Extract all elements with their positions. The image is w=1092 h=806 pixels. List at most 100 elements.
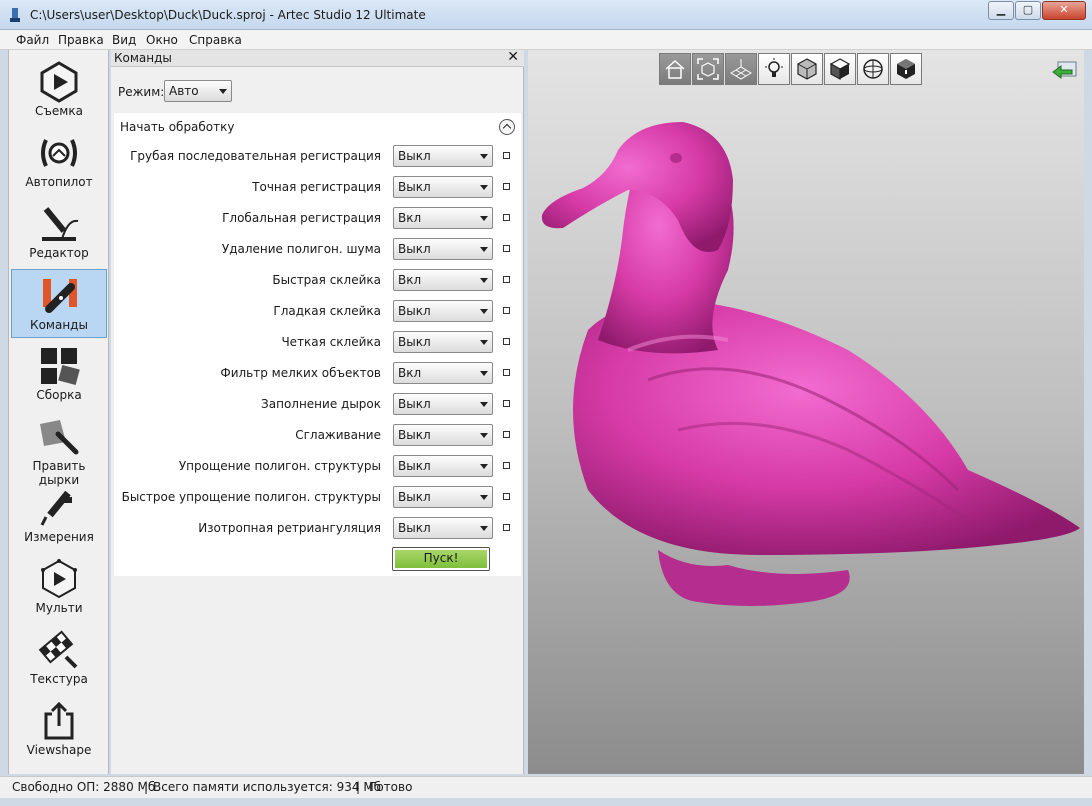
command-label: Заполнение дырок [261, 397, 381, 411]
command-select-value: Выкл [398, 180, 431, 194]
minimize-button[interactable]: ▁ [988, 1, 1014, 20]
command-checkbox[interactable] [503, 183, 510, 190]
capture-icon [40, 61, 78, 103]
command-select-value: Выкл [398, 397, 431, 411]
panel-close-icon[interactable]: ✕ [507, 49, 519, 65]
command-select-value: Выкл [398, 304, 431, 318]
run-button[interactable]: Пуск! [392, 547, 490, 571]
sidebar-item-fix-holes[interactable]: Править дырки [11, 411, 107, 487]
command-select-value: Выкл [398, 335, 431, 349]
command-select[interactable]: Вкл [393, 362, 493, 384]
command-row: Изотропная ретриангуляция Выкл [114, 516, 521, 540]
editor-icon [42, 207, 79, 241]
command-row: Гладкая склейка Выкл [114, 299, 521, 323]
multi-icon [41, 559, 77, 599]
sidebar-item-label: Съемка [35, 104, 83, 118]
command-select[interactable]: Выкл [393, 486, 493, 508]
command-checkbox[interactable] [503, 462, 510, 469]
menu-bar: Файл Правка Вид Окно Справка [0, 30, 1092, 50]
sidebar-item-autopilot[interactable]: Автопилот [11, 127, 107, 196]
title-bar: C:\Users\user\Desktop\Duck\Duck.sproj - … [0, 0, 1092, 30]
command-select[interactable]: Выкл [393, 238, 493, 260]
sidebar-item-label: Viewshape [26, 743, 92, 757]
command-checkbox[interactable] [503, 276, 510, 283]
menu-edit[interactable]: Правка [56, 32, 106, 48]
maximize-button[interactable]: ▢ [1015, 1, 1041, 20]
command-row: Быстрое упрощение полигон. структуры Вык… [114, 485, 521, 509]
sidebar-item-measures[interactable]: Измерения [11, 482, 107, 551]
menu-window[interactable]: Окно [144, 32, 180, 48]
command-checkbox[interactable] [503, 214, 510, 221]
command-checkbox[interactable] [503, 400, 510, 407]
status-separator: | [356, 780, 361, 794]
sidebar-item-label: Редактор [29, 246, 89, 260]
close-button[interactable]: ✕ [1042, 1, 1086, 20]
command-row: Удаление полигон. шума Выкл [114, 237, 521, 261]
sidebar-item-assembly[interactable]: Сборка [11, 340, 107, 409]
command-select[interactable]: Выкл [393, 424, 493, 446]
command-select[interactable]: Выкл [393, 517, 493, 539]
command-select-value: Выкл [398, 490, 431, 504]
command-label: Удаление полигон. шума [221, 242, 381, 256]
app-icon [10, 8, 20, 22]
command-label: Гладкая склейка [273, 304, 381, 318]
3d-viewport[interactable] [528, 50, 1084, 774]
chevron-down-icon [219, 89, 227, 94]
command-select-value: Вкл [398, 273, 422, 287]
command-row: Быстрая склейка Вкл [114, 268, 521, 292]
sidebar-item-viewshape[interactable]: Viewshape [11, 695, 107, 764]
chevron-down-icon [480, 216, 488, 221]
duck-3d-model[interactable] [528, 50, 1084, 774]
collapse-icon[interactable] [499, 119, 515, 135]
chevron-down-icon [480, 185, 488, 190]
command-select[interactable]: Выкл [393, 331, 493, 353]
command-row: Точная регистрация Выкл [114, 175, 521, 199]
command-select[interactable]: Вкл [393, 269, 493, 291]
command-select[interactable]: Выкл [393, 455, 493, 477]
menu-help[interactable]: Справка [187, 32, 244, 48]
command-select[interactable]: Выкл [393, 393, 493, 415]
menu-file[interactable]: Файл [14, 32, 51, 48]
command-select[interactable]: Выкл [393, 145, 493, 167]
chevron-down-icon [480, 464, 488, 469]
command-select-value: Выкл [398, 242, 431, 256]
command-select-value: Вкл [398, 211, 422, 225]
sidebar-item-editor[interactable]: Редактор [11, 198, 107, 267]
command-select[interactable]: Выкл [393, 300, 493, 322]
chevron-down-icon [480, 495, 488, 500]
command-select-value: Выкл [398, 428, 431, 442]
command-label: Грубая последовательная регистрация [130, 149, 381, 163]
sidebar: Съемка Автопилот Редактор Команды Сборка… [8, 50, 109, 774]
commands-panel: Команды ✕ Режим: Авто Начать обработку Г… [111, 49, 524, 774]
command-checkbox[interactable] [503, 369, 510, 376]
command-row: Упрощение полигон. структуры Выкл [114, 454, 521, 478]
command-row: Грубая последовательная регистрация Выкл [114, 144, 521, 168]
command-checkbox[interactable] [503, 524, 510, 531]
menu-view[interactable]: Вид [110, 32, 138, 48]
command-label: Изотропная ретриангуляция [198, 521, 381, 535]
status-separator: | [144, 780, 149, 794]
command-label: Глобальная регистрация [222, 211, 381, 225]
command-select[interactable]: Вкл [393, 207, 493, 229]
processing-section: Начать обработку Грубая последовательная… [114, 113, 521, 576]
command-checkbox[interactable] [503, 338, 510, 345]
window-title: C:\Users\user\Desktop\Duck\Duck.sproj - … [30, 8, 426, 22]
command-checkbox[interactable] [503, 152, 510, 159]
section-title: Начать обработку [120, 120, 235, 134]
sidebar-item-commands[interactable]: Команды [11, 269, 107, 338]
panel-header: Команды ✕ [111, 49, 524, 67]
sidebar-item-multi[interactable]: Мульти [11, 553, 107, 622]
command-checkbox[interactable] [503, 307, 510, 314]
sidebar-item-capture[interactable]: Съемка [11, 56, 107, 125]
assembly-icon [41, 348, 80, 386]
chevron-down-icon [480, 247, 488, 252]
command-select[interactable]: Выкл [393, 176, 493, 198]
command-checkbox[interactable] [503, 493, 510, 500]
command-select-value: Выкл [398, 459, 431, 473]
command-checkbox[interactable] [503, 431, 510, 438]
sidebar-item-texture[interactable]: Текстура [11, 624, 107, 693]
command-checkbox[interactable] [503, 245, 510, 252]
run-button-label: Пуск! [395, 550, 487, 568]
commands-icon [43, 279, 77, 313]
mode-select[interactable]: Авто [164, 80, 232, 102]
